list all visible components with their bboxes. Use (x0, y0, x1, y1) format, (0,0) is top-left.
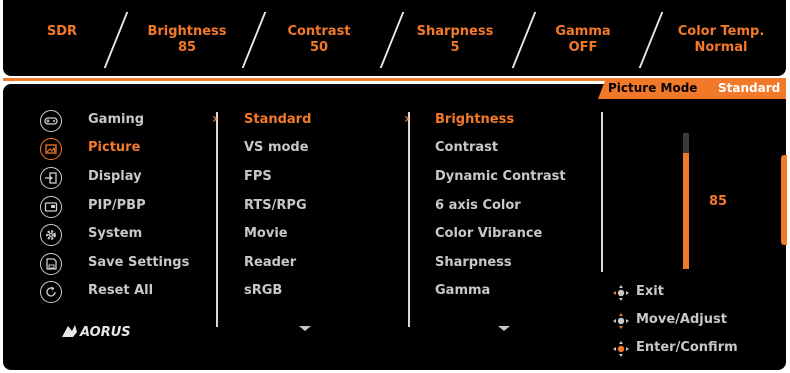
status-item-sdr: SDR (37, 24, 87, 40)
display-input-icon (40, 167, 62, 189)
picture-mode-option[interactable]: Standard (244, 112, 311, 127)
reset-icon (40, 281, 62, 303)
picture-mode-label: Picture Mode (608, 81, 698, 95)
status-label: SDR (46, 24, 78, 39)
brand-text: AORUS (79, 325, 131, 340)
status-label: Color Temp. (677, 24, 765, 39)
hint-move-adjust: Move/Adjust (636, 312, 727, 327)
status-value: 5 (450, 40, 460, 55)
setting-option[interactable]: Color Vibrance (435, 226, 542, 241)
menu-item-pip-pbp[interactable]: PIP/PBP (88, 198, 146, 213)
save-icon (40, 253, 62, 275)
status-item-color-temp: Color Temp. Normal (671, 24, 771, 56)
setting-option[interactable]: Contrast (435, 140, 498, 155)
status-label: Gamma (555, 24, 611, 39)
status-value: OFF (568, 40, 598, 55)
panel-edge-handle (781, 155, 787, 245)
status-value: 85 (177, 40, 197, 55)
picture-mode-value: Standard (718, 81, 781, 95)
menu-item-gaming[interactable]: Gaming (88, 112, 144, 127)
picture-mode-option[interactable]: FPS (244, 169, 272, 184)
column-divider (408, 112, 410, 327)
picture-mode-option[interactable]: sRGB (244, 283, 282, 298)
slider-fill (683, 153, 689, 269)
status-value: Normal (694, 40, 748, 55)
status-label: Contrast (287, 24, 351, 39)
scroll-down-icon[interactable] (299, 326, 311, 331)
brightness-slider[interactable] (683, 133, 689, 269)
pip-icon (40, 196, 62, 218)
menu-item-display[interactable]: Display (88, 169, 142, 184)
menu-item-system[interactable]: System (88, 226, 142, 241)
gear-icon (40, 224, 62, 246)
picture-icon (40, 138, 62, 160)
status-item-contrast: Contrast 50 (269, 24, 369, 56)
setting-option[interactable]: Dynamic Contrast (435, 169, 566, 184)
setting-option[interactable]: Sharpness (435, 255, 512, 270)
selection-chevron-icon: › (212, 111, 218, 127)
menu-item-save-settings[interactable]: Save Settings (88, 255, 189, 270)
slider-value: 85 (709, 194, 728, 209)
status-item-gamma: Gamma OFF (543, 24, 623, 56)
dpad-left-icon (613, 285, 629, 301)
divider (103, 12, 129, 68)
setting-option[interactable]: Gamma (435, 283, 490, 298)
status-value: 50 (309, 40, 329, 55)
menu-item-picture[interactable]: Picture (88, 140, 140, 155)
dpad-center-icon (613, 341, 629, 357)
hint-exit: Exit (636, 284, 664, 299)
menu-item-reset-all[interactable]: Reset All (88, 283, 153, 298)
divider (379, 12, 405, 68)
hint-enter-confirm: Enter/Confirm (636, 340, 738, 355)
gamepad-icon (40, 110, 62, 132)
status-item-brightness: Brightness 85 (137, 24, 237, 56)
column-divider (601, 112, 603, 272)
divider (241, 12, 267, 68)
dpad-updown-icon (613, 313, 629, 329)
divider (511, 12, 537, 68)
status-label: Brightness (147, 24, 227, 39)
divider (638, 12, 664, 68)
status-item-sharpness: Sharpness 5 (405, 24, 505, 56)
picture-mode-option[interactable]: Reader (244, 255, 296, 270)
setting-option[interactable]: Brightness (435, 112, 514, 127)
aorus-logo: AORUS (62, 325, 131, 340)
setting-option[interactable]: 6 axis Color (435, 198, 521, 213)
status-label: Sharpness (416, 24, 494, 39)
selection-chevron-icon: › (404, 111, 410, 127)
scroll-down-icon[interactable] (498, 326, 510, 331)
picture-mode-option[interactable]: Movie (244, 226, 288, 241)
status-bar: SDR Brightness 85 Contrast 50 Sharpness … (3, 0, 786, 76)
picture-mode-option[interactable]: RTS/RPG (244, 198, 307, 213)
picture-mode-option[interactable]: VS mode (244, 140, 309, 155)
column-divider (216, 112, 218, 327)
